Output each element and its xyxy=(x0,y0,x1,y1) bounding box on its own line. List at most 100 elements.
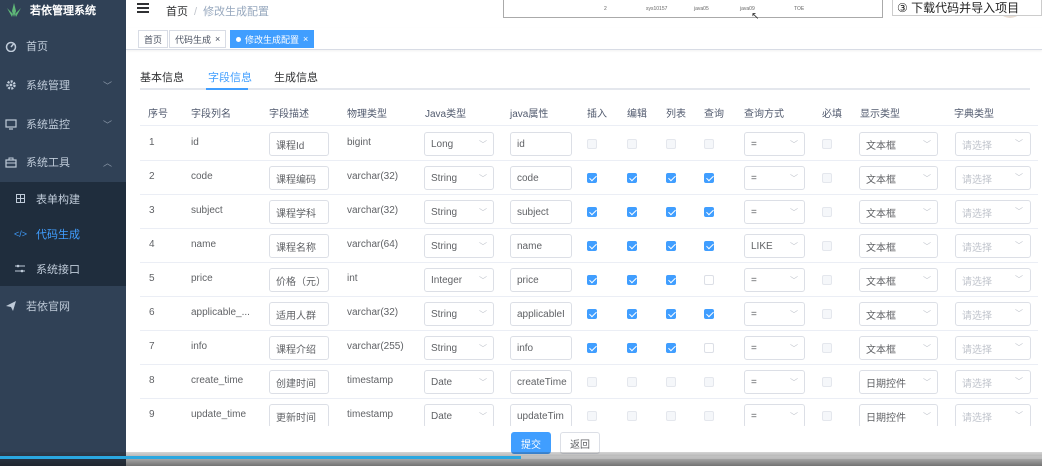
query-method-select[interactable]: LIKE ﹀ xyxy=(744,234,805,258)
display-type-select[interactable]: 文本框 ﹀ xyxy=(859,336,938,360)
sidebar-item-code-gen[interactable]: </> 代码生成 xyxy=(0,217,126,251)
query-checkbox[interactable] xyxy=(704,343,714,353)
java-property-input[interactable]: price xyxy=(510,268,572,292)
tag-edit-gen-config[interactable]: 修改生成配置 × xyxy=(230,30,315,48)
sidebar-item-system-management[interactable]: 系统管理 ﹀ xyxy=(0,65,126,105)
list-checkbox[interactable] xyxy=(666,241,676,251)
insert-checkbox[interactable] xyxy=(587,309,597,319)
insert-checkbox[interactable] xyxy=(587,275,597,285)
insert-checkbox[interactable] xyxy=(587,207,597,217)
list-checkbox[interactable] xyxy=(666,139,676,149)
java-type-select[interactable]: String ﹀ xyxy=(424,234,494,258)
java-property-input[interactable]: name xyxy=(510,234,572,258)
query-method-select[interactable]: = ﹀ xyxy=(744,166,805,190)
required-checkbox[interactable] xyxy=(822,173,832,183)
submit-button[interactable]: 提交 xyxy=(511,432,551,454)
required-checkbox[interactable] xyxy=(822,377,832,387)
java-property-input[interactable]: createTime xyxy=(510,370,572,394)
java-type-select[interactable]: String ﹀ xyxy=(424,166,494,190)
edit-checkbox[interactable] xyxy=(627,139,637,149)
required-checkbox[interactable] xyxy=(822,309,832,319)
java-type-select[interactable]: String ﹀ xyxy=(424,200,494,224)
display-type-select[interactable]: 日期控件 ﹀ xyxy=(859,370,938,394)
hamburger-icon[interactable] xyxy=(137,3,149,15)
java-type-select[interactable]: String ﹀ xyxy=(424,336,494,360)
list-checkbox[interactable] xyxy=(666,275,676,285)
display-type-select[interactable]: 日期控件 ﹀ xyxy=(859,404,938,426)
insert-checkbox[interactable] xyxy=(587,343,597,353)
query-checkbox[interactable] xyxy=(704,377,714,387)
breadcrumb-home[interactable]: 首页 xyxy=(166,6,188,18)
field-description-input[interactable]: 适用人群 xyxy=(269,302,329,326)
tag-home[interactable]: 首页 xyxy=(138,30,169,48)
java-property-input[interactable]: info xyxy=(510,336,572,360)
display-type-select[interactable]: 文本框 ﹀ xyxy=(859,268,938,292)
tag-code-gen[interactable]: 代码生成 × xyxy=(169,30,227,48)
required-checkbox[interactable] xyxy=(822,411,832,421)
list-checkbox[interactable] xyxy=(666,173,676,183)
required-checkbox[interactable] xyxy=(822,207,832,217)
query-checkbox[interactable] xyxy=(704,173,714,183)
list-checkbox[interactable] xyxy=(666,309,676,319)
insert-checkbox[interactable] xyxy=(587,411,597,421)
app-logo[interactable]: 若依管理系统 xyxy=(0,0,126,20)
sidebar-item-system-monitor[interactable]: 系统监控 ﹀ xyxy=(0,104,126,144)
java-type-select[interactable]: Date ﹀ xyxy=(424,370,494,394)
display-type-select[interactable]: 文本框 ﹀ xyxy=(859,234,938,258)
java-property-input[interactable]: id xyxy=(510,132,572,156)
display-type-select[interactable]: 文本框 ﹀ xyxy=(859,302,938,326)
back-button[interactable]: 返回 xyxy=(560,432,600,454)
close-icon[interactable]: × xyxy=(215,34,220,44)
required-checkbox[interactable] xyxy=(822,139,832,149)
sidebar-item-form-builder[interactable]: 表单构建 xyxy=(0,182,126,216)
sidebar-item-system-api[interactable]: 系统接口 xyxy=(0,252,126,286)
list-checkbox[interactable] xyxy=(666,377,676,387)
query-method-select[interactable]: = ﹀ xyxy=(744,302,805,326)
insert-checkbox[interactable] xyxy=(587,241,597,251)
list-checkbox[interactable] xyxy=(666,411,676,421)
query-checkbox[interactable] xyxy=(704,207,714,217)
java-property-input[interactable]: code xyxy=(510,166,572,190)
query-checkbox[interactable] xyxy=(704,309,714,319)
edit-checkbox[interactable] xyxy=(627,241,637,251)
query-method-select[interactable]: = ﹀ xyxy=(744,336,805,360)
java-type-select[interactable]: String ﹀ xyxy=(424,302,494,326)
display-type-select[interactable]: 文本框 ﹀ xyxy=(859,200,938,224)
sidebar-item-ruoyi-site[interactable]: 若依官网 xyxy=(0,286,126,326)
query-checkbox[interactable] xyxy=(704,411,714,421)
required-checkbox[interactable] xyxy=(822,275,832,285)
list-checkbox[interactable] xyxy=(666,207,676,217)
query-method-select[interactable]: = ﹀ xyxy=(744,200,805,224)
query-checkbox[interactable] xyxy=(704,275,714,285)
list-checkbox[interactable] xyxy=(666,343,676,353)
display-type-select[interactable]: 文本框 ﹀ xyxy=(859,166,938,190)
sidebar-item-home[interactable]: 首页 xyxy=(0,26,126,66)
query-method-select[interactable]: = ﹀ xyxy=(744,370,805,394)
field-description-input[interactable]: 价格（元） xyxy=(269,268,329,292)
java-property-input[interactable]: applicableI xyxy=(510,302,572,326)
java-property-input[interactable]: subject xyxy=(510,200,572,224)
field-description-input[interactable]: 课程学科 xyxy=(269,200,329,224)
tab-basic-info[interactable]: 基本信息 xyxy=(140,69,184,85)
video-progress-bar[interactable] xyxy=(0,456,521,459)
required-checkbox[interactable] xyxy=(822,343,832,353)
field-description-input[interactable]: 课程名称 xyxy=(269,234,329,258)
query-checkbox[interactable] xyxy=(704,139,714,149)
edit-checkbox[interactable] xyxy=(627,343,637,353)
insert-checkbox[interactable] xyxy=(587,377,597,387)
query-method-select[interactable]: = ﹀ xyxy=(744,404,805,426)
java-type-select[interactable]: Long ﹀ xyxy=(424,132,494,156)
query-method-select[interactable]: = ﹀ xyxy=(744,268,805,292)
insert-checkbox[interactable] xyxy=(587,173,597,183)
query-method-select[interactable]: = ﹀ xyxy=(744,132,805,156)
java-type-select[interactable]: Integer ﹀ xyxy=(424,268,494,292)
tab-field-info[interactable]: 字段信息 xyxy=(208,69,252,85)
query-checkbox[interactable] xyxy=(704,241,714,251)
display-type-select[interactable]: 文本框 ﹀ xyxy=(859,132,938,156)
insert-checkbox[interactable] xyxy=(587,139,597,149)
close-icon[interactable]: × xyxy=(303,34,308,44)
edit-checkbox[interactable] xyxy=(627,173,637,183)
edit-checkbox[interactable] xyxy=(627,377,637,387)
field-description-input[interactable]: 创建时间 xyxy=(269,370,329,394)
required-checkbox[interactable] xyxy=(822,241,832,251)
